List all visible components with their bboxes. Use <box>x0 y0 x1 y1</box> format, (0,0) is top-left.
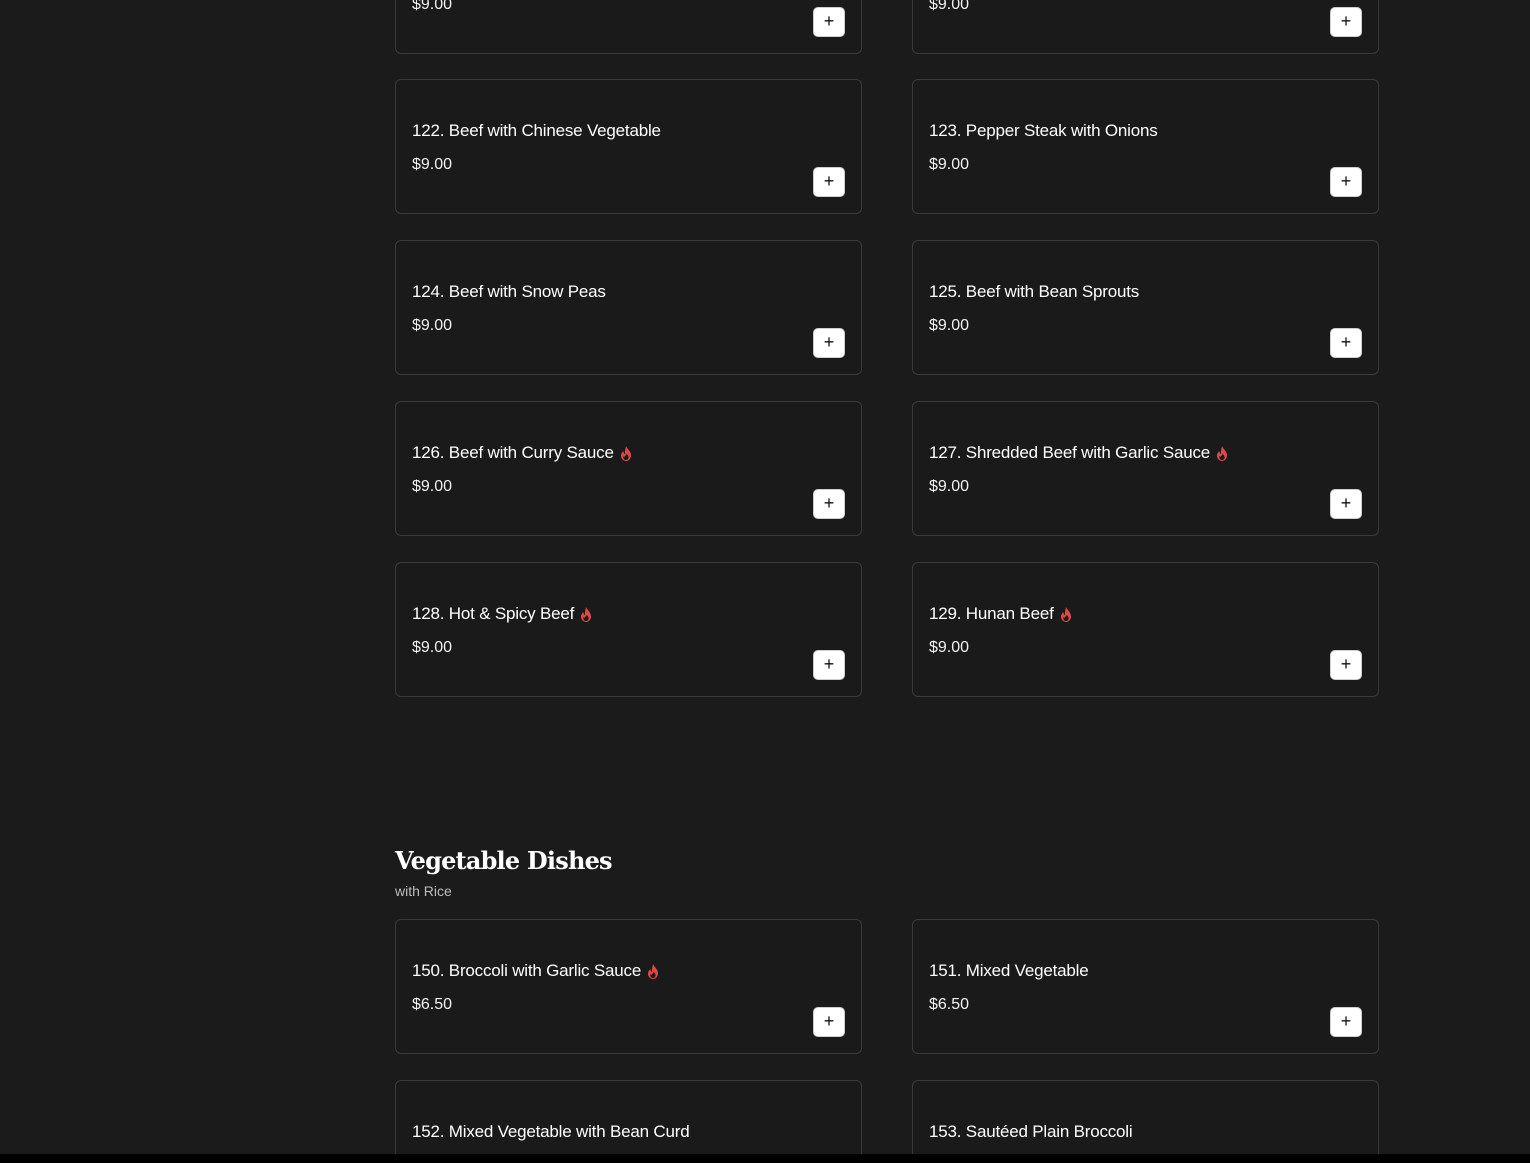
item-price: $6.50 <box>412 996 453 1013</box>
item-price: $9.00 <box>929 156 970 173</box>
add-item-button[interactable]: + <box>813 650 845 680</box>
item-price: $9.00 <box>412 478 453 495</box>
menu-page: $9.00 + $9.00 + 122. Beef with Chinese V… <box>0 0 1530 1163</box>
item-name: 124. Beef with Snow Peas <box>412 282 606 301</box>
item-name-row: 151. Mixed Vegetable <box>929 961 1089 981</box>
section-title: Vegetable Dishes <box>395 846 613 875</box>
menu-item-card[interactable]: 151. Mixed Vegetable $6.50 + <box>912 919 1379 1054</box>
item-name-row: 127. Shredded Beef with Garlic Sauce <box>929 443 1228 463</box>
item-price: $6.50 <box>929 996 970 1013</box>
item-name: 122. Beef with Chinese Vegetable <box>412 121 661 140</box>
item-name: 126. Beef with Curry Sauce <box>412 443 614 462</box>
item-name: 125. Beef with Bean Sprouts <box>929 282 1140 301</box>
add-item-button[interactable]: + <box>1330 1007 1362 1037</box>
item-price: $9.00 <box>412 0 453 13</box>
item-name: 152. Mixed Vegetable with Bean Curd <box>412 1122 690 1141</box>
flame-icon <box>581 606 592 622</box>
add-item-button[interactable]: + <box>813 167 845 197</box>
item-name: 153. Sautéed Plain Broccoli <box>929 1122 1133 1141</box>
menu-item-card[interactable]: 125. Beef with Bean Sprouts $9.00 + <box>912 240 1379 375</box>
item-price: $9.00 <box>412 156 453 173</box>
item-price: $9.00 <box>412 317 453 334</box>
menu-item-card[interactable]: 150. Broccoli with Garlic Sauce $6.50 + <box>395 919 862 1054</box>
menu-item-card[interactable]: 153. Sautéed Plain Broccoli <box>912 1080 1379 1163</box>
flame-icon <box>1060 606 1071 622</box>
item-name-row: 125. Beef with Bean Sprouts <box>929 282 1139 302</box>
bottom-bar <box>0 1154 1530 1163</box>
menu-item-card[interactable]: 152. Mixed Vegetable with Bean Curd <box>395 1080 862 1163</box>
menu-item-card[interactable]: 127. Shredded Beef with Garlic Sauce $9.… <box>912 401 1379 536</box>
add-item-button[interactable]: + <box>1330 328 1362 358</box>
add-item-button[interactable]: + <box>813 7 845 37</box>
item-name-row: 152. Mixed Vegetable with Bean Curd <box>412 1122 690 1142</box>
flame-icon <box>620 445 631 461</box>
item-name: 151. Mixed Vegetable <box>929 961 1089 980</box>
item-price: $9.00 <box>929 317 970 334</box>
flame-icon <box>648 963 659 979</box>
item-name-row: 153. Sautéed Plain Broccoli <box>929 1122 1133 1142</box>
menu-item-card[interactable]: 129. Hunan Beef $9.00 + <box>912 562 1379 697</box>
add-item-button[interactable]: + <box>1330 7 1362 37</box>
add-item-button[interactable]: + <box>1330 167 1362 197</box>
menu-item-card[interactable]: $9.00 + <box>395 0 862 54</box>
item-name-row: 129. Hunan Beef <box>929 604 1072 624</box>
menu-item-card[interactable]: 122. Beef with Chinese Vegetable $9.00 + <box>395 79 862 214</box>
add-item-button[interactable]: + <box>813 1007 845 1037</box>
add-item-button[interactable]: + <box>1330 489 1362 519</box>
menu-item-card[interactable]: $9.00 + <box>912 0 1379 54</box>
add-item-button[interactable]: + <box>1330 650 1362 680</box>
item-price: $9.00 <box>929 478 970 495</box>
item-name: 123. Pepper Steak with Onions <box>929 121 1158 140</box>
item-name: 127. Shredded Beef with Garlic Sauce <box>929 443 1211 462</box>
item-price: $9.00 <box>929 0 970 13</box>
menu-item-card[interactable]: 126. Beef with Curry Sauce $9.00 + <box>395 401 862 536</box>
item-name-row: 123. Pepper Steak with Onions <box>929 121 1158 141</box>
menu-item-card[interactable]: 124. Beef with Snow Peas $9.00 + <box>395 240 862 375</box>
item-name-row: 126. Beef with Curry Sauce <box>412 443 632 463</box>
section-subtitle: with Rice <box>395 883 452 899</box>
item-name: 150. Broccoli with Garlic Sauce <box>412 961 642 980</box>
item-price: $9.00 <box>929 639 970 656</box>
item-name: 128. Hot & Spicy Beef <box>412 604 575 623</box>
item-name-row: 124. Beef with Snow Peas <box>412 282 606 302</box>
add-item-button[interactable]: + <box>813 489 845 519</box>
item-name-row: 150. Broccoli with Garlic Sauce <box>412 961 659 981</box>
flame-icon <box>1217 445 1228 461</box>
item-name: 129. Hunan Beef <box>929 604 1054 623</box>
item-name-row: 128. Hot & Spicy Beef <box>412 604 592 624</box>
menu-item-card[interactable]: 123. Pepper Steak with Onions $9.00 + <box>912 79 1379 214</box>
menu-item-card[interactable]: 128. Hot & Spicy Beef $9.00 + <box>395 562 862 697</box>
add-item-button[interactable]: + <box>813 328 845 358</box>
item-name-row: 122. Beef with Chinese Vegetable <box>412 121 661 141</box>
item-price: $9.00 <box>412 639 453 656</box>
